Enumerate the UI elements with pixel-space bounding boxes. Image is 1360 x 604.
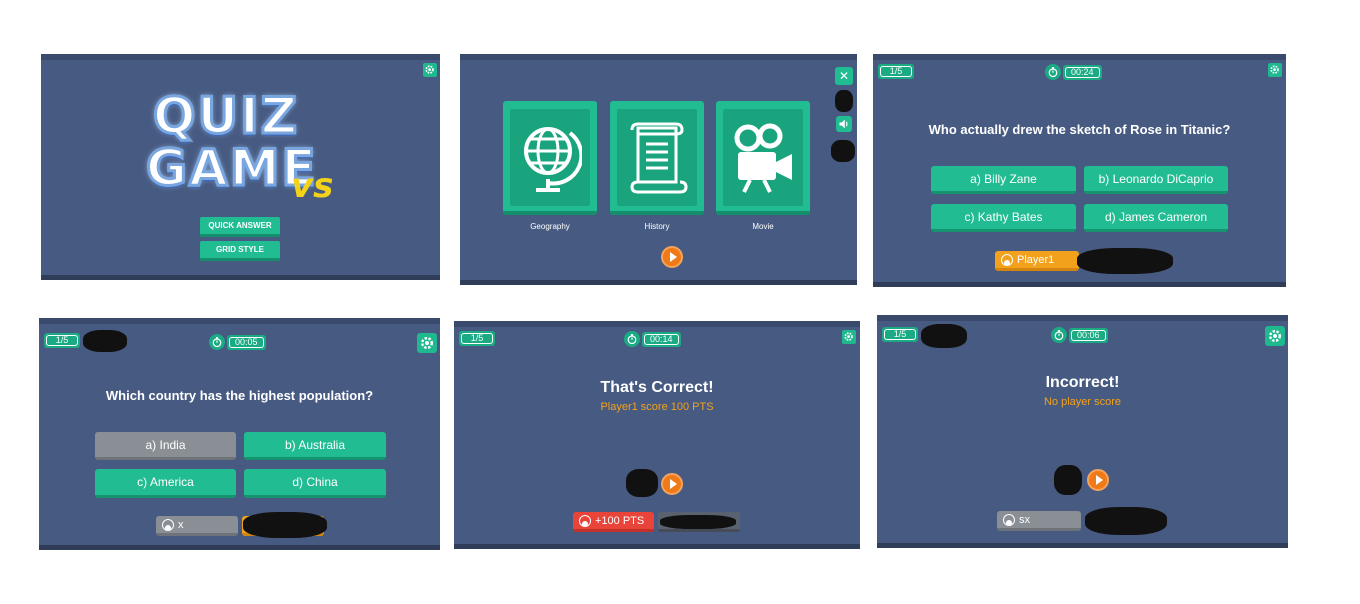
player-name: x [178, 518, 184, 531]
redacted-mark [831, 140, 855, 162]
title-screen-panel: QUIZ GAME vs QUICK ANSWER GRID STYLE [41, 54, 440, 280]
next-play-button[interactable] [1087, 469, 1109, 491]
logo-vs: vs [291, 166, 334, 206]
redacted-mark [660, 515, 736, 529]
result-title: Incorrect! [1045, 374, 1120, 391]
question-progress-badge: 1/5 [882, 327, 918, 342]
correct-result-panel: 1/5 00:14 That's Correct! Player1 score … [454, 321, 860, 549]
answer-option-a[interactable]: a) India [95, 432, 236, 460]
answer-option-b[interactable]: b) Australia [244, 432, 386, 460]
question-text: Who actually drew the sketch of Rose in … [928, 122, 1231, 137]
progress-text: 1/5 [880, 66, 912, 77]
player-name: sx [1019, 513, 1030, 526]
redacted-mark [243, 512, 327, 538]
countdown-timer: 00:24 [1045, 64, 1102, 80]
answer-option-d[interactable]: d) James Cameron [1084, 204, 1228, 232]
answer-option-a[interactable]: a) Billy Zane [931, 166, 1076, 194]
stopwatch-icon [1051, 327, 1067, 343]
progress-text: 1/5 [884, 329, 916, 340]
redacted-mark [921, 324, 967, 348]
redacted-mark [1085, 507, 1167, 535]
settings-gear-icon[interactable] [1268, 63, 1282, 77]
answer-option-c[interactable]: c) America [95, 469, 236, 498]
settings-gear-icon[interactable] [417, 333, 437, 353]
incorrect-result-panel: 1/5 00:06 Incorrect! No player score sx [877, 315, 1288, 548]
question-screen-1-panel: 1/5 00:24 Who actually drew the sketch o… [873, 54, 1286, 287]
play-button[interactable] [661, 246, 683, 268]
result-title: That's Correct! [600, 379, 714, 396]
redacted-mark [835, 90, 853, 112]
category-label-history: History [644, 222, 670, 231]
countdown-timer: 00:06 [1051, 327, 1108, 343]
game-logo: QUIZ GAME vs [141, 87, 341, 208]
player-name: Player1 [1017, 253, 1055, 266]
stopwatch-icon [624, 331, 640, 347]
sound-icon[interactable] [836, 116, 852, 132]
category-card-history[interactable] [610, 101, 704, 215]
logo-line-quiz: QUIZ [152, 87, 299, 146]
grid-style-button[interactable]: GRID STYLE [200, 241, 280, 261]
settings-gear-icon[interactable] [842, 330, 856, 344]
redacted-mark [626, 469, 658, 497]
settings-gear-icon[interactable] [1265, 326, 1285, 346]
player-icon [1001, 253, 1013, 266]
result-subtitle: No player score [1043, 396, 1122, 408]
redacted-mark [1077, 248, 1173, 274]
redacted-mark [83, 330, 127, 352]
timer-value: 00:14 [644, 333, 679, 345]
countdown-timer: 00:05 [209, 334, 266, 350]
answer-option-b[interactable]: b) Leonardo DiCaprio [1084, 166, 1228, 194]
progress-text: 1/5 [461, 333, 493, 344]
player-icon [1003, 513, 1015, 526]
countdown-timer: 00:14 [624, 331, 681, 347]
stopwatch-icon [1045, 64, 1061, 80]
redacted-mark [1054, 465, 1082, 495]
globe-icon [524, 126, 582, 192]
category-card-geography[interactable] [503, 101, 597, 215]
category-card-movie[interactable] [716, 101, 810, 215]
result-subtitle: Player1 score 100 PTS [600, 401, 714, 413]
points-badge: +100 PTS [573, 512, 654, 532]
answer-option-c[interactable]: c) Kathy Bates [931, 204, 1076, 232]
timer-value: 00:05 [229, 336, 264, 348]
quick-answer-button[interactable]: QUICK ANSWER [200, 217, 280, 237]
points-text: +100 PTS [595, 514, 645, 527]
player-badge: Player1 [995, 251, 1079, 271]
scroll-icon [630, 122, 688, 193]
player-icon [579, 514, 591, 527]
progress-text: 1/5 [46, 335, 78, 346]
player-badge: x [156, 516, 238, 536]
category-label-geography: Geography [530, 222, 570, 231]
question-progress-badge: 1/5 [878, 64, 914, 79]
question-progress-badge: 1/5 [44, 333, 80, 348]
timer-value: 00:06 [1071, 329, 1106, 341]
next-play-button[interactable] [661, 473, 683, 495]
question-progress-badge: 1/5 [459, 331, 495, 346]
timer-value: 00:24 [1065, 66, 1100, 78]
category-screen-panel: Geography History Movie ✕ [460, 54, 857, 285]
question-text: Which country has the highest population… [105, 388, 374, 403]
movie-camera-icon [734, 123, 792, 193]
category-label-movie: Movie [752, 222, 774, 231]
question-screen-2-panel: 1/5 00:05 Which country has the highest … [39, 318, 440, 550]
answer-option-d[interactable]: d) China [244, 469, 386, 498]
player-icon [162, 518, 174, 531]
close-button[interactable]: ✕ [835, 67, 853, 85]
player-badge: sx [997, 511, 1081, 531]
settings-gear-icon[interactable] [423, 63, 437, 77]
stopwatch-icon [209, 334, 225, 350]
